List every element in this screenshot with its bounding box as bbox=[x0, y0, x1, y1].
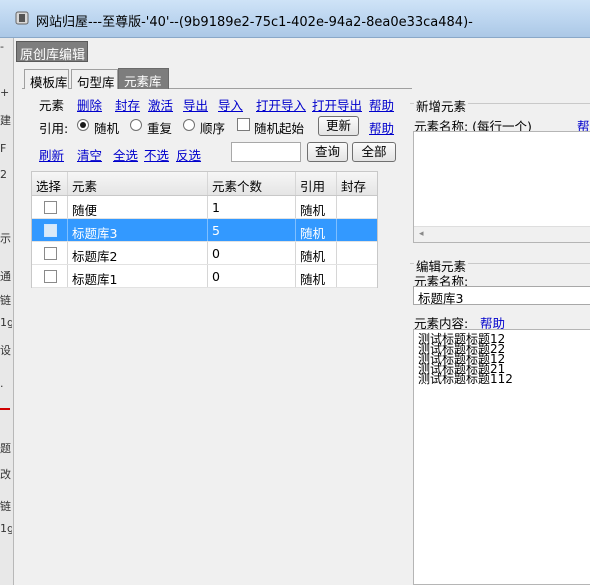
row-select-cell[interactable] bbox=[32, 242, 68, 264]
row-element-cell[interactable]: 标题库2 bbox=[68, 242, 208, 264]
edit-element-name-input[interactable]: 标题库3 bbox=[413, 286, 590, 306]
row-select-cell[interactable] bbox=[32, 219, 68, 241]
new-element-group-title: 新增元素 bbox=[414, 96, 469, 115]
random-start-checkbox[interactable] bbox=[237, 118, 250, 131]
row-cite-cell[interactable]: 随机 bbox=[296, 265, 337, 287]
header-sealed[interactable]: 封存 bbox=[337, 172, 377, 195]
bg-glyph: 改 bbox=[0, 468, 11, 481]
header-select[interactable]: 选择 bbox=[32, 172, 68, 195]
row-cite-cell[interactable]: 随机 bbox=[296, 219, 337, 241]
row-select-cell[interactable] bbox=[32, 196, 68, 218]
bg-glyph: 链 bbox=[0, 500, 11, 513]
bg-glyph: 通 bbox=[0, 270, 11, 283]
bg-red-marker bbox=[0, 408, 10, 410]
cite-label: 引用: bbox=[39, 121, 69, 136]
row-select-cell[interactable] bbox=[32, 265, 68, 287]
table-row[interactable]: 标题库2 0 随机 bbox=[32, 242, 377, 265]
row-cite-cell[interactable]: 随机 bbox=[296, 242, 337, 264]
header-cite[interactable]: 引用 bbox=[296, 172, 337, 195]
app-icon bbox=[15, 11, 29, 25]
row-element-cell[interactable]: 标题库3 bbox=[68, 219, 208, 241]
element-table[interactable]: 选择 元素 元素个数 引用 封存 随便 1 随机 标题库3 5 随机 标题库2 … bbox=[31, 171, 378, 288]
bg-glyph: 链 bbox=[0, 294, 11, 307]
open-export-link[interactable]: 打开导出 bbox=[312, 95, 362, 114]
import-link[interactable]: 导入 bbox=[218, 95, 243, 114]
row-checkbox[interactable] bbox=[44, 247, 57, 260]
scroll-left-arrow-icon[interactable]: ◂ bbox=[419, 229, 424, 239]
update-button[interactable]: 更新 bbox=[318, 116, 359, 136]
row-count-cell[interactable]: 0 bbox=[208, 242, 296, 264]
bg-glyph: 建 bbox=[0, 114, 11, 127]
header-element-count[interactable]: 元素个数 bbox=[208, 172, 296, 195]
table-row[interactable]: 随便 1 随机 bbox=[32, 196, 377, 219]
delete-link[interactable]: 删除 bbox=[77, 95, 102, 114]
clear-link[interactable]: 清空 bbox=[77, 145, 102, 164]
tab-sentence-library[interactable]: 句型库 bbox=[71, 69, 118, 90]
open-import-link[interactable]: 打开导入 bbox=[256, 95, 306, 114]
window-title: 网站归屋---至尊版-'40'--(9b9189e2-75c1-402e-94a… bbox=[36, 15, 473, 30]
query-button[interactable]: 查询 bbox=[307, 142, 348, 162]
random-start-label: 随机起始 bbox=[254, 121, 305, 136]
row-count-cell[interactable]: 1 bbox=[208, 196, 296, 218]
cite-option-repeat-label: 重复 bbox=[147, 121, 173, 136]
tab-element-library[interactable]: 元素库 bbox=[118, 68, 169, 89]
bg-glyph: 1g bbox=[0, 522, 12, 535]
table-header: 选择 元素 元素个数 引用 封存 bbox=[32, 172, 377, 196]
bg-glyph: · bbox=[0, 380, 4, 393]
row-checkbox[interactable] bbox=[44, 224, 57, 237]
page-tab-original-library[interactable]: 原创库编辑 bbox=[16, 41, 88, 63]
cite-radio-repeat[interactable] bbox=[130, 119, 142, 131]
row-sealed-cell[interactable] bbox=[337, 196, 377, 218]
export-link[interactable]: 导出 bbox=[183, 95, 208, 114]
cite-radio-random[interactable] bbox=[77, 119, 89, 131]
table-row-selected[interactable]: 标题库3 5 随机 bbox=[32, 219, 377, 242]
select-all-link[interactable]: 全选 bbox=[113, 145, 138, 164]
bg-glyph: F bbox=[0, 142, 7, 155]
cite-option-random-label: 随机 bbox=[94, 121, 120, 136]
bg-glyph: + bbox=[0, 86, 10, 99]
element-label: 元素 bbox=[39, 98, 65, 113]
row-element-cell[interactable]: 随便 bbox=[68, 196, 208, 218]
all-button[interactable]: 全部 bbox=[352, 142, 396, 162]
row-checkbox[interactable] bbox=[44, 201, 57, 214]
cite-radio-order[interactable] bbox=[183, 119, 195, 131]
search-input[interactable] bbox=[231, 142, 301, 162]
bg-glyph: 示 bbox=[0, 232, 11, 245]
select-none-link[interactable]: 不选 bbox=[144, 145, 169, 164]
header-element[interactable]: 元素 bbox=[68, 172, 208, 195]
refresh-link[interactable]: 刷新 bbox=[39, 145, 64, 164]
activate-link[interactable]: 激活 bbox=[148, 95, 173, 114]
seal-link[interactable]: 封存 bbox=[115, 95, 140, 114]
invert-selection-link[interactable]: 反选 bbox=[176, 145, 201, 164]
bg-glyph: - bbox=[0, 40, 4, 53]
bg-glyph: 设 bbox=[0, 344, 11, 357]
cite-option-order-label: 顺序 bbox=[200, 121, 226, 136]
help-link-cite[interactable]: 帮助 bbox=[369, 118, 394, 137]
bg-glyph: 2 bbox=[0, 168, 7, 181]
row-sealed-cell[interactable] bbox=[337, 265, 377, 287]
row-element-cell[interactable]: 标题库1 bbox=[68, 265, 208, 287]
row-sealed-cell[interactable] bbox=[337, 219, 377, 241]
row-checkbox[interactable] bbox=[44, 270, 57, 283]
help-link-toolbar[interactable]: 帮助 bbox=[369, 95, 394, 114]
row-count-cell[interactable]: 0 bbox=[208, 265, 296, 287]
new-element-hscrollbar[interactable] bbox=[414, 226, 590, 242]
content-line: 测试标题标题112 bbox=[418, 372, 513, 386]
tab-template-library[interactable]: 模板库 bbox=[24, 69, 69, 90]
table-row[interactable]: 标题库1 0 随机 bbox=[32, 265, 377, 288]
row-count-cell[interactable]: 5 bbox=[208, 219, 296, 241]
bg-glyph: 1g bbox=[0, 316, 12, 329]
row-sealed-cell[interactable] bbox=[337, 242, 377, 264]
row-cite-cell[interactable]: 随机 bbox=[296, 196, 337, 218]
bg-glyph: 题 bbox=[0, 442, 11, 455]
